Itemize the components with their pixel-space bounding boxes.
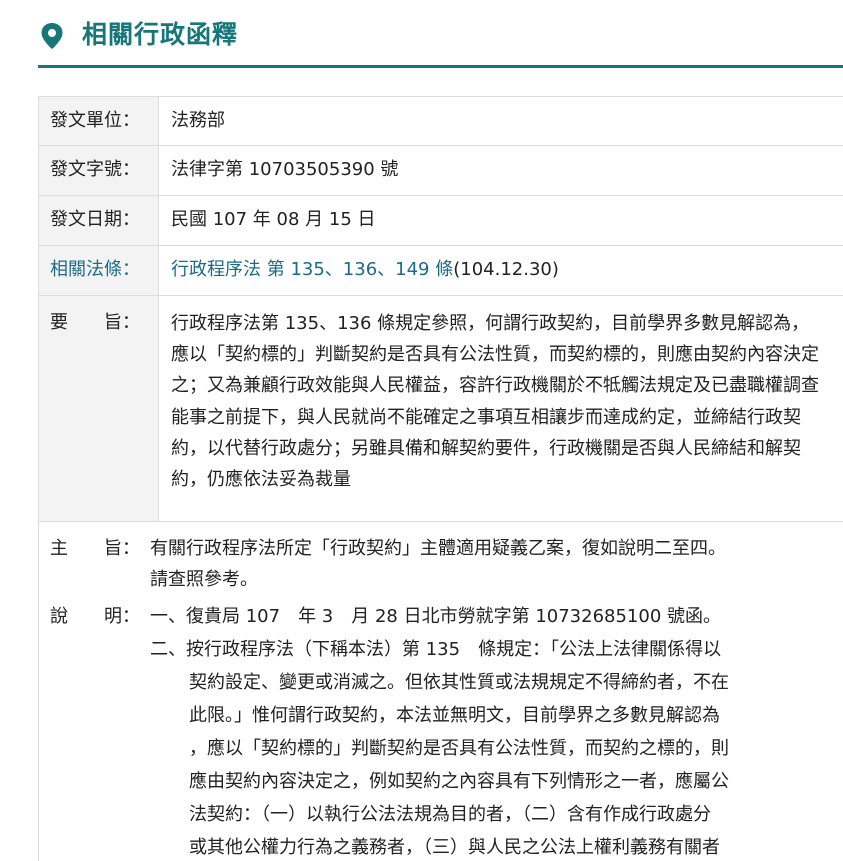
info-row-issuer: 發文單位： 法務部 [38,97,843,146]
related-law-label[interactable]: 相關法條： [38,246,159,295]
explanation-item-2-line: 法契約：（一）以執行公法法規為目的者，（二）含有作成行政處分 [189,804,711,825]
section-header: 相關行政函釋 [38,0,843,68]
subject-line: 請查照參考。 [150,569,258,590]
explanation-item-2-line: ，應以「契約標的」判斷契約是否具有公法性質，而契約之標的，則 [189,738,729,759]
date-value: 民國 107 年 08 月 15 日 [171,209,376,230]
document-body: 主 旨： 有關行政程序法所定「行政契約」主體適用疑義乙案，復如說明二至四。 請查… [38,520,843,861]
doc-number-label: 發文字號： [38,146,159,195]
info-row-gist: 要 旨： 行政程序法第 135、136 條規定參照，何謂行政契約，目前學界多數見… [38,296,843,522]
gist-label: 要 旨： [38,296,159,521]
section-title: 相關行政函釋 [82,20,239,49]
related-law-value: 行政程序法 第 135、136、149 條(104.12.30) [159,246,843,295]
issuer-value: 法務部 [171,110,225,131]
explanation-label: 說 明： [50,606,140,627]
doc-number-value: 法律字第 10703505390 號 [171,159,399,180]
gist-text: 行政程序法第 135、136 條規定參照，何謂行政契約，目前學界多數見解認為，應… [171,313,819,491]
date-label: 發文日期： [38,196,159,245]
subject-label: 主 旨： [50,538,140,559]
info-row-doc-number: 發文字號： 法律字第 10703505390 號 [38,146,843,196]
map-pin-icon [41,23,63,49]
explanation-item-1: 一、復貴局 107 年 3 月 28 日北市勞就字第 10732685100 號… [150,606,722,627]
explanation-item-2-line: 此限。」惟何謂行政契約，本法並無明文，目前學界之多數見解認為 [189,705,720,726]
explanation-item-2-line: 或其他公權力行為之義務者，（三）與人民之公法上權利義務有關者 [189,837,720,858]
info-row-related-law: 相關法條： 行政程序法 第 135、136、149 條(104.12.30) [38,246,843,296]
related-law-date: (104.12.30) [453,259,559,280]
document-info-table: 發文單位： 法務部 發文字號： 法律字第 10703505390 號 發文日期：… [38,96,843,522]
issuer-label: 發文單位： [38,97,159,145]
explanation-item-2-line: 契約設定、變更或消滅之。但依其性質或法規規定不得締約者，不在 [189,672,729,693]
subject-line: 有關行政程序法所定「行政契約」主體適用疑義乙案，復如說明二至四。 [150,538,726,559]
explanation-item-2-line: 二、按行政程序法（下稱本法）第 135 條規定：「公法上法律關係得以 [150,639,722,660]
explanation-item-2-line: 應由契約內容決定之，例如契約之內容具有下列情形之一者，應屬公 [189,771,729,792]
related-law-link[interactable]: 行政程序法 第 135、136、149 條 [171,259,453,280]
info-row-date: 發文日期： 民國 107 年 08 月 15 日 [38,196,843,246]
